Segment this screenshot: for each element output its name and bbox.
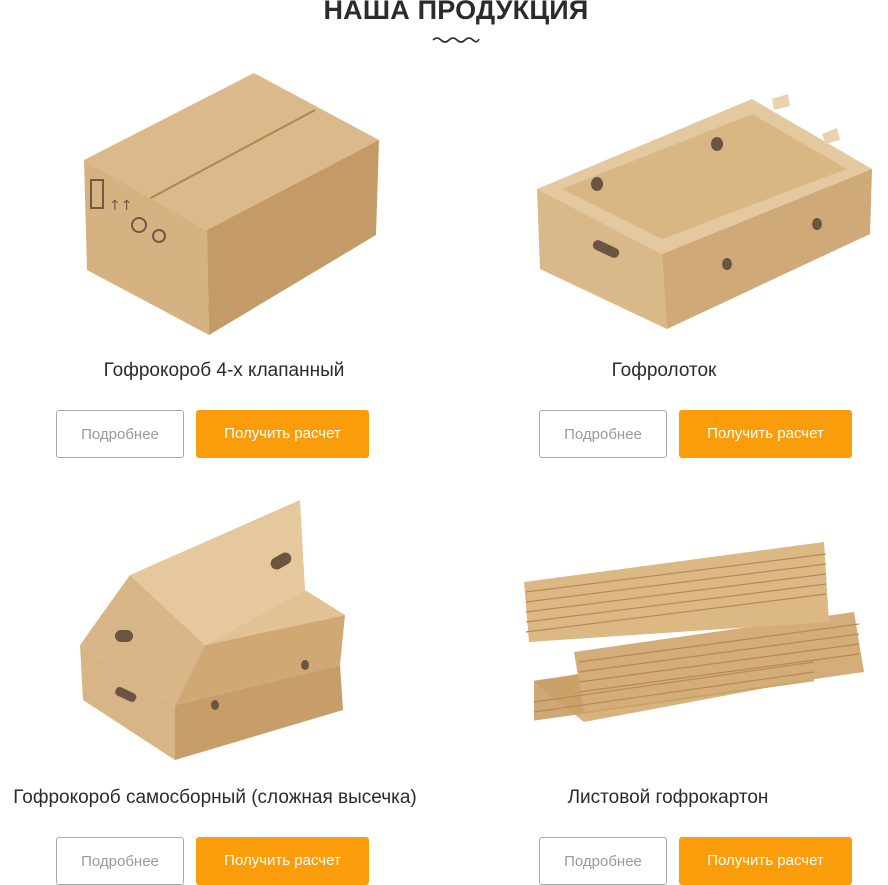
tray-icon[interactable] — [532, 94, 877, 334]
product-name: Гофрокороб 4-х клапанный — [103, 360, 345, 381]
details-button[interactable]: Подробнее — [539, 837, 667, 885]
product-card-4: Листовой гофрокартон Подробнее Получить … — [448, 487, 888, 885]
self-assembly-box-icon[interactable] — [75, 495, 355, 765]
details-button[interactable]: Подробнее — [56, 837, 184, 885]
get-quote-button[interactable]: Получить расчет — [196, 410, 369, 458]
product-card-3: Гофрокороб самосборный (сложная высечка)… — [0, 487, 440, 885]
details-button[interactable]: Подробнее — [56, 410, 184, 458]
wave-divider-icon — [432, 37, 480, 43]
section-title: НАША ПРОДУКЦИЯ — [323, 0, 589, 25]
product-card-2: Гофролоток Подробнее Получить расчет — [444, 60, 884, 480]
get-quote-button[interactable]: Получить расчет — [196, 837, 369, 885]
details-button[interactable]: Подробнее — [539, 410, 667, 458]
product-name: Гофрокороб самосборный (сложная высечка) — [13, 787, 417, 808]
box-four-flap-icon[interactable]: ↑↑ — [79, 70, 389, 340]
product-card-1: ↑↑ Гофрокороб 4-х клапанный Подробнее По… — [4, 60, 444, 480]
product-name: Листовой гофрокартон — [567, 787, 769, 808]
sheets-icon[interactable] — [524, 542, 866, 742]
get-quote-button[interactable]: Получить расчет — [679, 837, 852, 885]
product-name: Гофролоток — [611, 360, 717, 381]
get-quote-button[interactable]: Получить расчет — [679, 410, 852, 458]
svg-text:↑↑: ↑↑ — [109, 198, 132, 214]
